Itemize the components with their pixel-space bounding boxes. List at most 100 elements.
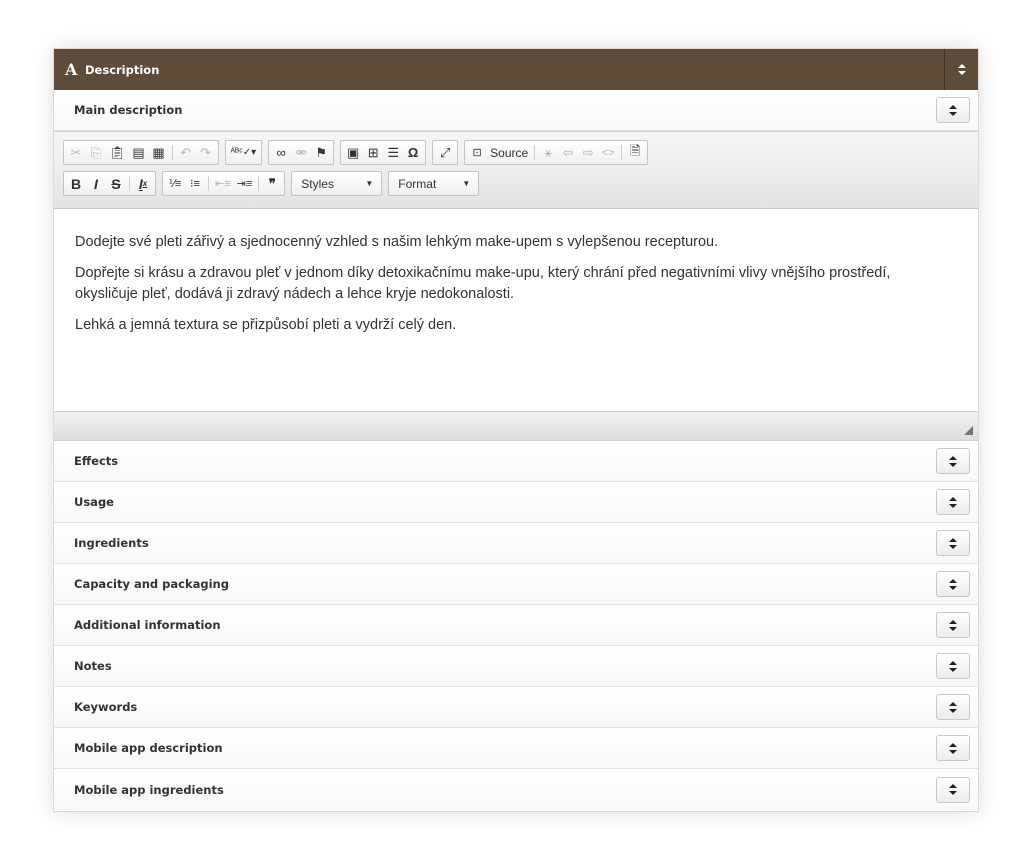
maximize-group: ⤢ <box>432 140 459 165</box>
section-notes[interactable]: Notes <box>54 646 978 687</box>
paste-icon[interactable]: 📋︎ <box>106 142 129 163</box>
outdent-icon[interactable]: ⇤≡ <box>212 173 234 194</box>
source-group: ⊡ Source ⚹ ⇦ ⇨ <> 🗎︎ <box>464 140 649 165</box>
format-label: Format <box>398 176 437 191</box>
document-icon[interactable]: 🗎︎ <box>625 142 645 163</box>
remove-format-icon[interactable]: Ix <box>133 173 153 194</box>
section-effects[interactable]: Effects <box>54 441 978 482</box>
anchor-flag-icon[interactable]: ⚑ <box>311 142 331 163</box>
undo-icon[interactable]: ↶ <box>176 142 196 163</box>
toggle-button[interactable] <box>936 97 970 123</box>
basic-style-group: B I S Ix <box>63 171 156 196</box>
section-mobile-app-ingredients[interactable]: Mobile app ingredients <box>54 769 978 810</box>
sort-icon <box>949 619 957 631</box>
paste-text-icon[interactable]: ▤ <box>129 142 149 163</box>
editor-content[interactable]: Dodejte své pleti zářivý a sjednocenný v… <box>54 209 978 411</box>
link-icon[interactable]: ∞ <box>271 142 291 163</box>
section-label: Capacity and packaging <box>74 577 229 591</box>
special-char-icon[interactable]: Ω <box>403 142 423 163</box>
link-group: ∞ ⚮ ⚑ <box>268 140 335 165</box>
font-icon: A <box>65 60 78 79</box>
bold-button[interactable]: B <box>66 173 86 194</box>
section-additional-information[interactable]: Additional information <box>54 605 978 646</box>
source-icon[interactable]: ⊡ <box>467 142 487 163</box>
autoformat-icon[interactable]: ⚹ <box>538 142 558 163</box>
cut-icon[interactable]: ✂ <box>66 142 86 163</box>
sort-icon <box>949 104 957 116</box>
unlink-icon[interactable]: ⚮ <box>291 142 311 163</box>
code-icon[interactable]: <> <box>598 142 618 163</box>
toggle-button[interactable] <box>936 448 970 474</box>
section-label: Ingredients <box>74 536 149 550</box>
strike-button[interactable]: S <box>106 173 126 194</box>
horizontal-line-icon[interactable]: ☰ <box>383 142 403 163</box>
clipboard-group: ✂ ⎘ 📋︎ ▤ ▦ ↶ ↷ <box>63 140 219 165</box>
italic-button[interactable]: I <box>86 173 106 194</box>
maximize-icon[interactable]: ⤢ <box>435 142 455 163</box>
styles-label: Styles <box>301 176 334 191</box>
paste-word-icon[interactable]: ▦ <box>149 142 169 163</box>
description-panel: A Description Main description ✂ ⎘ 📋︎ ▤ … <box>53 48 979 812</box>
cite-icon[interactable]: ⇦ <box>558 142 578 163</box>
spellcheck-group: ᴬᴮᶜ✓▾ <box>224 140 263 165</box>
sort-icon <box>949 455 957 467</box>
chevron-down-icon: ▼ <box>462 179 471 188</box>
toolbar-separator <box>129 176 130 191</box>
section-list: Effects Usage Ingredients Capacity and p… <box>54 441 978 810</box>
sort-icon <box>949 578 957 590</box>
toolbar-separator <box>171 145 173 160</box>
toggle-button[interactable] <box>936 489 970 515</box>
toolbar-separator <box>258 176 260 191</box>
toolbar-separator <box>621 145 623 160</box>
toggle-button[interactable] <box>936 612 970 638</box>
rich-text-editor: ✂ ⎘ 📋︎ ▤ ▦ ↶ ↷ ᴬᴮᶜ✓▾ ∞ ⚮ ⚑ ▣ ⊞ ☰ Ω ⤢ ⊡ S… <box>54 131 978 441</box>
bulleted-list-icon[interactable]: ⁝≡ <box>185 173 205 194</box>
section-label: Mobile app ingredients <box>74 782 224 797</box>
sort-icon <box>949 701 957 713</box>
chevron-down-icon: ▼ <box>365 179 374 188</box>
section-capacity-packaging[interactable]: Capacity and packaging <box>54 564 978 605</box>
blockquote-icon[interactable]: ❞ <box>262 173 282 194</box>
indent-icon[interactable]: ⇥≡ <box>234 173 256 194</box>
image-icon[interactable]: ▣ <box>343 142 363 163</box>
numbered-list-icon[interactable]: ⅟≡ <box>165 173 185 194</box>
table-icon[interactable]: ⊞ <box>363 142 383 163</box>
toggle-button[interactable] <box>936 735 970 761</box>
section-keywords[interactable]: Keywords <box>54 687 978 728</box>
section-label: Main description <box>74 103 183 117</box>
format-dropdown[interactable]: Format ▼ <box>388 171 480 196</box>
toolbar-row-1: ✂ ⎘ 📋︎ ▤ ▦ ↶ ↷ ᴬᴮᶜ✓▾ ∞ ⚮ ⚑ ▣ ⊞ ☰ Ω ⤢ ⊡ S… <box>63 139 978 166</box>
resize-handle-icon[interactable] <box>964 426 973 435</box>
copy-icon[interactable]: ⎘ <box>86 142 106 163</box>
sort-icon <box>949 537 957 549</box>
toggle-button[interactable] <box>936 530 970 556</box>
source-button[interactable]: Source <box>487 142 531 163</box>
toggle-button[interactable] <box>936 653 970 679</box>
sort-icon <box>949 784 957 795</box>
toolbar-separator <box>534 145 536 160</box>
section-label: Mobile app description <box>74 741 223 755</box>
spellcheck-icon[interactable]: ᴬᴮᶜ✓▾ <box>228 142 260 163</box>
section-label: Notes <box>74 659 112 673</box>
toggle-button[interactable] <box>936 694 970 720</box>
content-paragraph: Lehká a jemná textura se přizpůsobí plet… <box>75 317 457 333</box>
section-main-description[interactable]: Main description <box>54 90 978 131</box>
toggle-button[interactable] <box>936 571 970 597</box>
redo-icon[interactable]: ↷ <box>196 142 216 163</box>
section-ingredients[interactable]: Ingredients <box>54 523 978 564</box>
sort-icon <box>949 742 957 754</box>
cite-remove-icon[interactable]: ⇨ <box>578 142 598 163</box>
panel-header: A Description <box>54 49 978 90</box>
sort-icon <box>949 496 957 508</box>
editor-toolbar: ✂ ⎘ 📋︎ ▤ ▦ ↶ ↷ ᴬᴮᶜ✓▾ ∞ ⚮ ⚑ ▣ ⊞ ☰ Ω ⤢ ⊡ S… <box>54 132 978 209</box>
section-mobile-app-description[interactable]: Mobile app description <box>54 728 978 769</box>
panel-title: Description <box>85 62 160 77</box>
toggle-button[interactable] <box>936 776 970 803</box>
section-label: Effects <box>74 454 119 468</box>
section-usage[interactable]: Usage <box>54 482 978 523</box>
header-sort-button[interactable] <box>944 49 978 90</box>
section-label: Usage <box>74 495 114 509</box>
content-paragraph: Dopřejte si krásu a zdravou pleť v jedno… <box>75 265 891 302</box>
content-paragraph: Dodejte své pleti zářivý a sjednocenný v… <box>75 234 719 250</box>
styles-dropdown[interactable]: Styles ▼ <box>291 171 383 196</box>
